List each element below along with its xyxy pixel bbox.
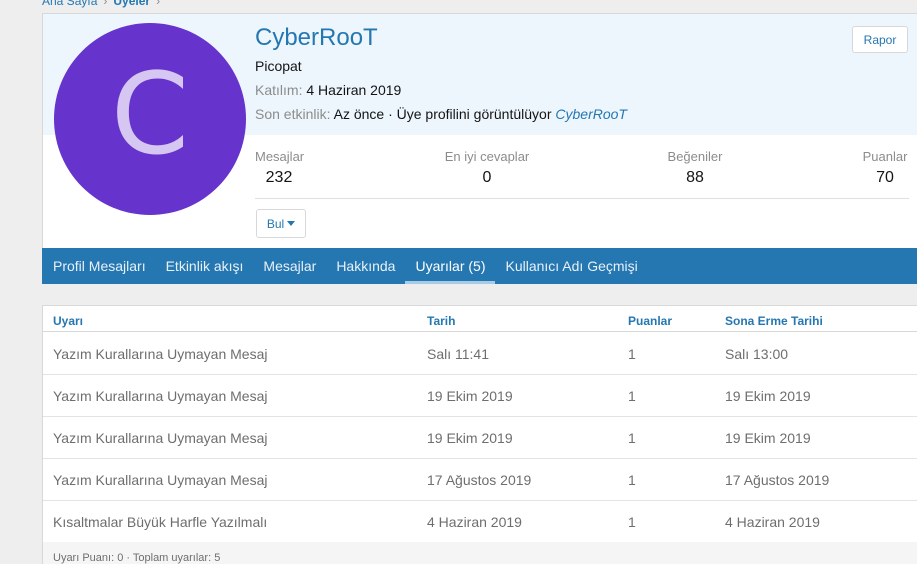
warning-points: 1 — [628, 388, 636, 404]
warning-date: 19 Ekim 2019 — [427, 430, 513, 446]
joined-info: Katılım: 4 Haziran 2019 — [255, 82, 401, 98]
table-row[interactable]: Yazım Kurallarına Uymayan Mesaj 19 Ekim … — [43, 375, 917, 417]
warning-date: 4 Haziran 2019 — [427, 514, 522, 530]
stat-value: 0 — [482, 169, 492, 186]
warning-date: Salı 11:41 — [427, 346, 490, 362]
warning-title: Yazım Kurallarına Uymayan Mesaj — [53, 472, 268, 488]
profile-card: C CyberRooT Picopat Katılım: 4 Haziran 2… — [42, 13, 917, 248]
last-activity-label: Son etkinlik: — [255, 106, 331, 122]
joined-date: 4 Haziran 2019 — [306, 82, 402, 98]
breadcrumb-separator: › — [103, 0, 108, 8]
stat-value: 232 — [265, 169, 293, 186]
tab-about[interactable]: Hakkında — [326, 248, 405, 284]
stat-label: Mesajlar — [255, 149, 305, 164]
stat-value: 88 — [686, 169, 704, 186]
warning-date: 17 Ağustos 2019 — [427, 472, 532, 488]
warning-points: 1 — [628, 514, 636, 530]
stat-label: Beğeniler — [667, 149, 723, 164]
username[interactable]: CyberRooT — [255, 23, 378, 53]
warning-points: 1 — [628, 430, 636, 446]
stat-points[interactable]: Puanlar 70 — [861, 149, 909, 187]
warning-title: Yazım Kurallarına Uymayan Mesaj — [53, 346, 268, 362]
warning-expiry: 4 Haziran 2019 — [725, 514, 820, 530]
column-header-points: Puanlar — [628, 314, 673, 328]
warning-expiry: 17 Ağustos 2019 — [725, 472, 830, 488]
caret-down-icon — [287, 221, 296, 226]
warning-points: 1 — [628, 346, 636, 362]
breadcrumb-separator: › — [156, 0, 161, 8]
warning-expiry: Salı 13:00 — [725, 346, 789, 362]
warning-title: Kısaltmalar Büyük Harfle Yazılmalı — [53, 514, 268, 530]
column-header-expiry: Sona Erme Tarihi — [725, 314, 823, 328]
report-button[interactable]: Rapor — [852, 26, 908, 53]
warning-points: 1 — [628, 472, 636, 488]
stat-value: 70 — [876, 169, 894, 186]
table-row[interactable]: Yazım Kurallarına Uymayan Mesaj 19 Ekim … — [43, 417, 917, 459]
table-row[interactable]: Kısaltmalar Büyük Harfle Yazılmalı 4 Haz… — [43, 501, 917, 543]
stat-likes[interactable]: Beğeniler 88 — [666, 149, 724, 187]
profile-tabs: Profil Mesajları Etkinlik akışı Mesajlar… — [42, 248, 917, 284]
warning-expiry: 19 Ekim 2019 — [725, 430, 811, 446]
avatar-letter: C — [110, 50, 190, 180]
warning-date: 19 Ekim 2019 — [427, 388, 513, 404]
last-activity-text: Az önce · Üye profilini görüntülüyor — [333, 106, 552, 122]
table-row[interactable]: Yazım Kurallarına Uymayan Mesaj 17 Ağust… — [43, 459, 917, 501]
avatar[interactable]: C — [54, 23, 246, 215]
breadcrumb-home-link[interactable]: Ana Sayfa — [42, 0, 97, 8]
user-title: Picopat — [255, 58, 302, 74]
warnings-table: Uyarı Tarih Puanlar Sona Erme Tarihi Yaz… — [42, 305, 917, 564]
column-header-date: Tarih — [427, 314, 456, 328]
profile-stats: Mesajlar 232 En iyi cevaplar 0 Beğeniler… — [255, 149, 909, 199]
find-button-label: Bul — [266, 216, 285, 231]
tab-warnings[interactable]: Uyarılar (5) — [405, 248, 496, 284]
tab-messages[interactable]: Mesajlar — [253, 248, 326, 284]
last-activity: Son etkinlik: Az önce · Üye profilini gö… — [255, 106, 627, 122]
tab-activity-feed[interactable]: Etkinlik akışı — [156, 248, 254, 284]
tab-profile-posts[interactable]: Profil Mesajları — [43, 248, 156, 284]
find-button[interactable]: Bul — [256, 209, 306, 238]
stat-label: Puanlar — [862, 149, 908, 164]
warning-title: Yazım Kurallarına Uymayan Mesaj — [53, 388, 268, 404]
table-row[interactable]: Yazım Kurallarına Uymayan Mesaj Salı 11:… — [43, 333, 917, 375]
joined-label: Katılım: — [255, 82, 303, 98]
breadcrumb: Ana Sayfa › Üyeler › — [42, 0, 166, 8]
stat-best-answers[interactable]: En iyi cevaplar 0 — [444, 149, 530, 187]
warning-title: Yazım Kurallarına Uymayan Mesaj — [53, 430, 268, 446]
last-activity-link[interactable]: CyberRooT — [555, 106, 627, 122]
warning-summary: Uyarı Puanı: 0 · Toplam uyarılar: 5 — [53, 552, 221, 564]
breadcrumb-current-link[interactable]: Üyeler — [113, 0, 150, 8]
column-header-warning: Uyarı — [53, 314, 84, 328]
warning-expiry: 19 Ekim 2019 — [725, 388, 811, 404]
tab-username-history[interactable]: Kullanıcı Adı Geçmişi — [495, 248, 647, 284]
divider — [255, 198, 909, 199]
stat-label: En iyi cevaplar — [444, 149, 530, 164]
stat-messages[interactable]: Mesajlar 232 — [255, 149, 305, 187]
table-footer: Uyarı Puanı: 0 · Toplam uyarılar: 5 — [43, 542, 917, 564]
table-header: Uyarı Tarih Puanlar Sona Erme Tarihi — [43, 306, 917, 332]
